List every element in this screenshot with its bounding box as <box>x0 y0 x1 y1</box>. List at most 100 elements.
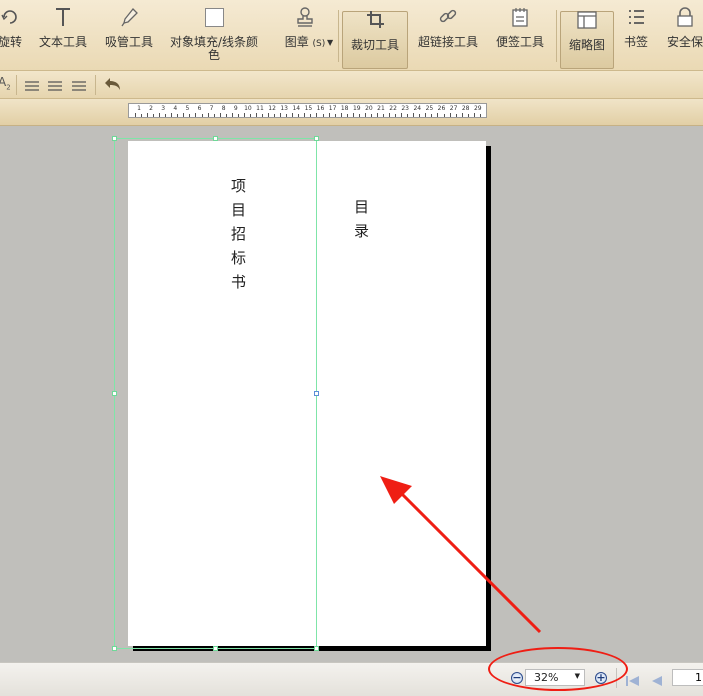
ruler-tick <box>249 114 251 117</box>
text-icon <box>53 4 73 30</box>
ruler-tick <box>316 113 318 117</box>
ruler-tick <box>467 114 469 117</box>
ruler-tick <box>376 113 378 117</box>
text-tool-button[interactable]: 文本工具 <box>34 4 92 66</box>
fill-color-icon <box>204 4 224 30</box>
ruler-tick <box>159 113 161 117</box>
ruler-tick-label: 17 <box>328 105 337 112</box>
ruler-tick <box>183 113 185 117</box>
security-label: 安全保 <box>666 35 703 49</box>
ruler-tick <box>153 114 155 117</box>
ruler-tick <box>455 114 457 117</box>
crop-handle-middle-left[interactable] <box>112 391 117 396</box>
note-icon <box>510 4 530 30</box>
previous-page-icon[interactable] <box>651 672 662 691</box>
thumbnail-button[interactable]: 缩略图 <box>560 11 614 69</box>
crop-handle-top-right[interactable] <box>314 136 319 141</box>
stamp-dropdown-arrow-icon[interactable]: ▼ <box>327 38 333 47</box>
toolbar-separator <box>95 75 96 95</box>
ruler-tick-label: 18 <box>340 105 349 112</box>
undo-icon[interactable] <box>104 75 122 97</box>
crop-tool-button[interactable]: 裁切工具 <box>342 11 408 69</box>
ruler-tick <box>334 114 336 117</box>
format-toolbar: A2 <box>0 71 703 99</box>
page-title-right: 目录 <box>352 199 370 247</box>
rotate-tool-button[interactable]: 旋转 <box>0 4 26 66</box>
align-right-icon[interactable] <box>72 77 86 96</box>
ruler-area: 1 2 3 4 5 6 7 8 9 10 11 12 13 14 15 16 17 18 19 20 21 22 23 24 2… <box>0 99 703 126</box>
ruler-tick-label: 12 <box>268 105 276 112</box>
eyedropper-icon <box>119 4 139 30</box>
ruler-tick <box>340 113 342 117</box>
ruler-tick <box>413 113 415 117</box>
ruler-tick-label: 5 <box>185 105 190 112</box>
annotation-arrow <box>380 476 542 634</box>
fill-tool-button[interactable]: 对象填充/线条颜色 <box>166 4 262 66</box>
crop-handle-bottom-left[interactable] <box>112 646 117 651</box>
crop-icon <box>365 7 385 33</box>
ruler-tick <box>225 114 227 117</box>
ruler-tick-label: 25 <box>425 105 434 112</box>
crop-selection[interactable] <box>114 138 317 649</box>
ruler-tick-label: 2 <box>149 105 154 112</box>
ruler-tick <box>171 113 173 117</box>
horizontal-ruler[interactable]: 1 2 3 4 5 6 7 8 9 10 11 12 13 14 15 16 17 18 19 20 21 22 23 24 2… <box>128 103 487 118</box>
page-number-input[interactable]: 1 <box>672 669 703 686</box>
align-center-icon[interactable] <box>48 77 62 96</box>
ruler-tick-label: 28 <box>461 105 470 112</box>
bookmark-button[interactable]: 书签 <box>618 4 654 66</box>
ruler-tick <box>231 113 233 117</box>
ruler-tick <box>134 113 136 117</box>
ruler-tick <box>298 114 300 117</box>
rotate-icon <box>0 4 20 30</box>
first-page-icon[interactable] <box>626 672 639 691</box>
toolbar-separator <box>556 10 557 62</box>
crop-handle-middle-right[interactable] <box>314 391 319 396</box>
ruler-tick <box>280 113 282 117</box>
ruler-tick <box>147 113 149 117</box>
ruler-tick <box>370 114 372 117</box>
ruler-tick <box>443 114 445 117</box>
crop-handle-top-left[interactable] <box>112 136 117 141</box>
ruler-tick <box>389 113 391 117</box>
ruler-tick-label: 8 <box>221 105 226 112</box>
ruler-tick-label: 4 <box>173 105 178 112</box>
ruler-tick <box>358 114 360 117</box>
main-toolbar: 旋转 文本工具 吸管工具 对象填充/线条颜色 图章 (S) ▼ 裁切工具 超链接… <box>0 0 703 71</box>
ruler-tick <box>431 114 433 117</box>
note-tool-button[interactable]: 便签工具 <box>490 4 550 66</box>
ruler-tick-label: 6 <box>197 105 202 112</box>
security-button[interactable]: 安全保 <box>660 4 703 66</box>
hyperlink-tool-button[interactable]: 超链接工具 <box>414 4 482 66</box>
hyperlink-tool-label: 超链接工具 <box>417 35 478 49</box>
ruler-tick <box>322 114 324 117</box>
ruler-tick-label: 23 <box>401 105 410 112</box>
ruler-tick <box>473 113 475 117</box>
ruler-tick <box>237 114 239 117</box>
stamp-tool-button[interactable]: 图章 (S) <box>272 4 338 66</box>
ruler-tick <box>479 114 481 117</box>
ruler-tick-label: 20 <box>365 105 373 112</box>
stamp-tool-label: 图章 (S) <box>284 35 326 50</box>
ruler-tick-label: 29 <box>473 105 482 112</box>
crop-handle-bottom-right[interactable] <box>314 646 319 651</box>
ruler-tick <box>437 113 439 117</box>
ruler-tick <box>189 114 191 117</box>
eyedropper-tool-button[interactable]: 吸管工具 <box>100 4 158 66</box>
ruler-tick <box>219 113 221 117</box>
align-left-icon[interactable] <box>25 77 39 96</box>
subscript-icon[interactable]: A2 <box>0 75 11 91</box>
ruler-tick-label: 27 <box>449 105 458 112</box>
eyedropper-tool-label: 吸管工具 <box>104 35 153 49</box>
ruler-tick-label: 19 <box>352 105 361 112</box>
ruler-tick-label: 26 <box>437 105 446 112</box>
ruler-tick <box>255 113 257 117</box>
crop-handle-top-middle[interactable] <box>213 136 218 141</box>
ruler-tick <box>395 114 397 117</box>
ruler-tick <box>304 113 306 117</box>
rotate-tool-label: 旋转 <box>0 35 22 49</box>
ruler-tick <box>425 113 427 117</box>
ruler-tick-label: 15 <box>304 105 313 112</box>
page-number-value: 1 <box>695 671 702 684</box>
crop-handle-bottom-middle[interactable] <box>213 646 218 651</box>
